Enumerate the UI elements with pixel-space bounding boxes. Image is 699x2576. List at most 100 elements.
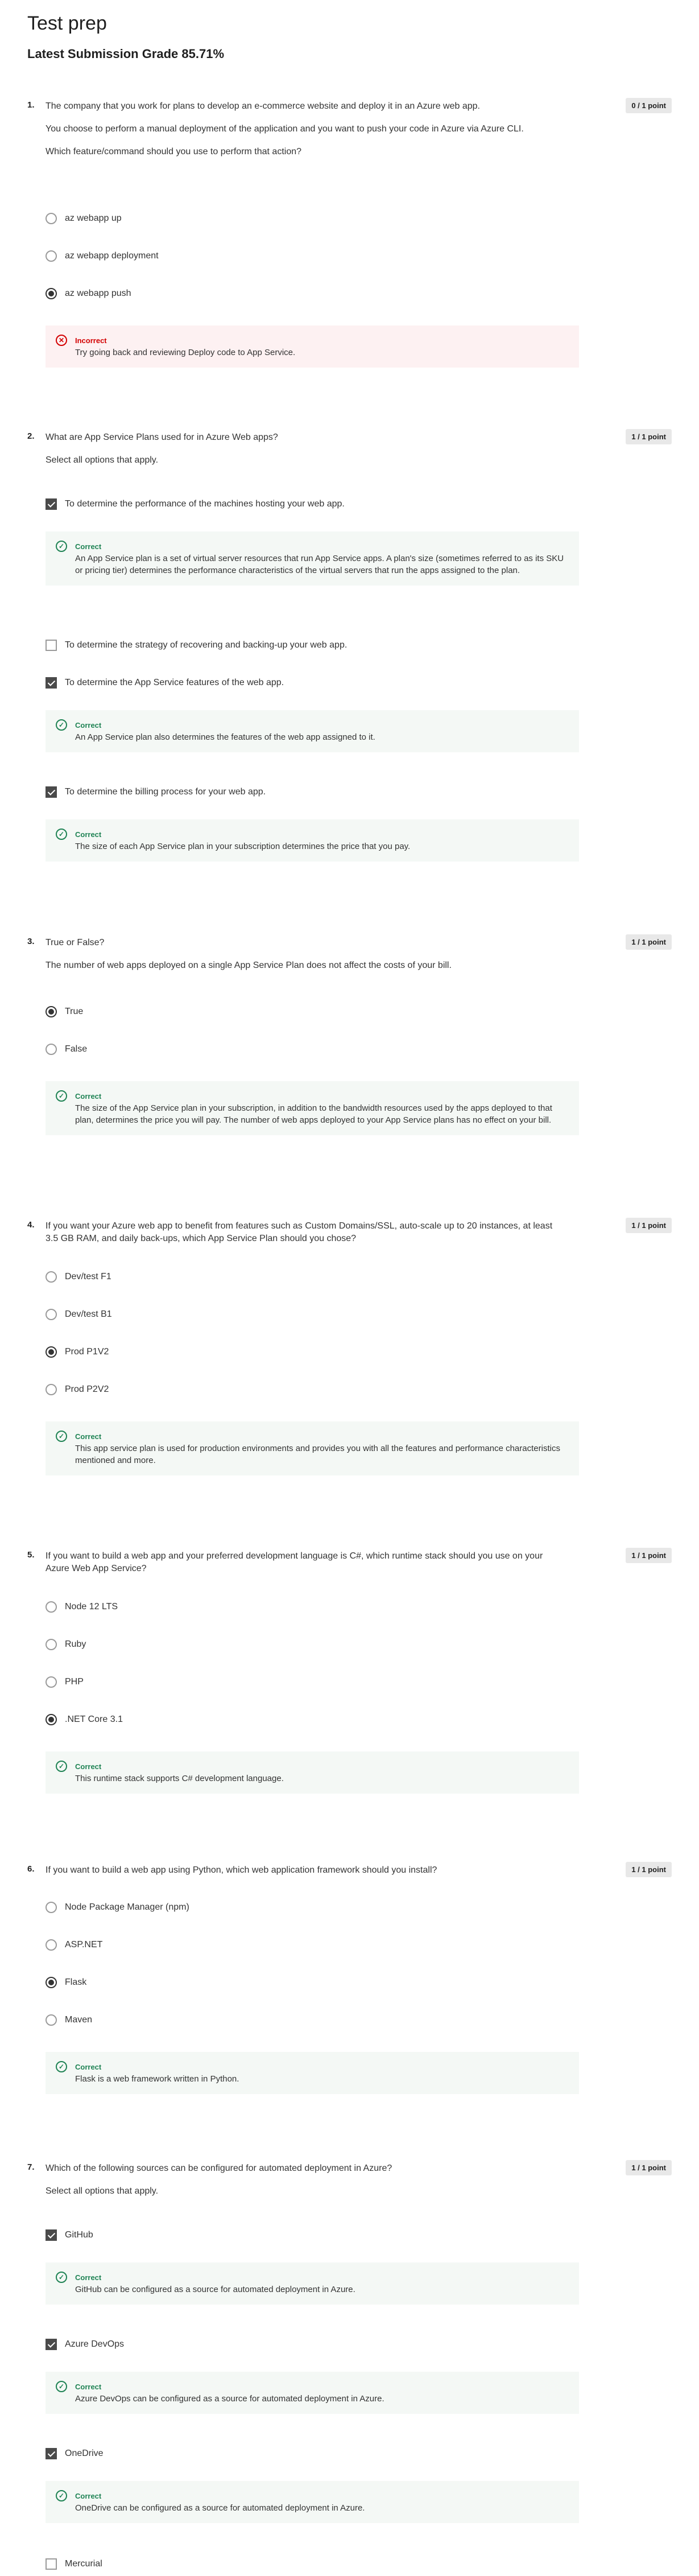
option-radio[interactable]: True [46,1006,83,1017]
question-paragraph: If you want to build a web app and your … [46,1551,543,1573]
option-radio[interactable]: Maven [46,2014,92,2026]
option-radio[interactable]: az webapp up [46,213,122,224]
checkbox-checked[interactable] [46,786,57,798]
question-text: If you want your Azure web app to benefi… [46,1220,557,1255]
option-checkbox[interactable]: Azure DevOps [46,2339,124,2350]
feedback-status: Correct [75,2383,102,2391]
option-checkbox[interactable]: OneDrive [46,2448,104,2459]
radio-button[interactable] [46,1309,57,1320]
question-paragraph: Which feature/command should you use to … [46,147,302,156]
option-radio[interactable]: az webapp push [46,288,131,299]
option-radio[interactable]: Dev/test B1 [46,1309,112,1320]
check-circle-icon: ✓ [56,1090,67,1102]
check-circle-icon: ✓ [56,719,67,731]
option-label: Prod P2V2 [65,1384,109,1394]
option-radio[interactable]: .NET Core 3.1 [46,1714,123,1725]
checkbox-checked[interactable] [46,2229,57,2241]
radio-button[interactable] [46,1676,57,1688]
radio-button-selected[interactable] [46,1346,57,1358]
question-paragraph: The number of web apps deployed on a sin… [46,961,452,970]
question-paragraph: Which of the following sources can be co… [46,2163,392,2173]
option-checkbox[interactable]: Mercurial [46,2558,102,2570]
score-badge: 1 / 1 point [626,1862,672,1877]
option-checkbox[interactable]: To determine the billing process for you… [46,786,266,798]
option-radio[interactable]: Ruby [46,1639,86,1650]
question-number: 6. [27,1864,35,1874]
feedback-status: Correct [75,542,102,551]
radio-button[interactable] [46,1639,57,1650]
radio-button-selected[interactable] [46,1977,57,1988]
option-checkbox[interactable]: To determine the App Service features of… [46,677,284,689]
quiz-page: Test prep Latest Submission Grade 85.71%… [0,0,699,2576]
option-label: Ruby [65,1639,86,1649]
score-badge: 1 / 1 point [626,429,672,444]
checkbox-checked[interactable] [46,677,57,689]
page-title: Test prep [27,13,107,34]
radio-button[interactable] [46,213,57,224]
feedback-status: Incorrect [75,336,107,345]
option-radio[interactable]: False [46,1044,87,1055]
feedback-text: The size of the App Service plan in your… [75,1103,552,1125]
feedback-text: This app service plan is used for produc… [75,1444,560,1465]
radio-button-selected[interactable] [46,288,57,299]
feedback-correct: ✓ Correct Azure DevOps can be configured… [46,2372,579,2414]
option-radio[interactable]: Node 12 LTS [46,1601,118,1613]
option-label: az webapp deployment [65,251,159,261]
feedback-status: Correct [75,721,102,729]
feedback-text: An App Service plan is a set of virtual … [75,554,564,575]
feedback-text: GitHub can be configured as a source for… [75,2285,355,2294]
option-radio[interactable]: Flask [46,1977,86,1988]
option-label: Flask [65,1977,87,1987]
radio-button[interactable] [46,1044,57,1055]
option-checkbox[interactable]: GitHub [46,2229,93,2241]
option-label: .NET Core 3.1 [65,1714,123,1724]
feedback-incorrect: ✕ Incorrect Try going back and reviewing… [46,325,579,368]
checkbox[interactable] [46,640,57,651]
option-radio[interactable]: Prod P2V2 [46,1384,109,1395]
radio-button[interactable] [46,1939,57,1951]
feedback-text: Flask is a web framework written in Pyth… [75,2074,239,2084]
check-circle-icon: ✓ [56,1431,67,1442]
feedback-status: Correct [75,1092,102,1101]
radio-button[interactable] [46,1601,57,1613]
checkbox-checked[interactable] [46,2448,57,2459]
option-label: To determine the strategy of recovering … [65,640,348,650]
checkbox-checked[interactable] [46,498,57,510]
option-checkbox[interactable]: To determine the performance of the mach… [46,498,345,510]
option-radio[interactable]: Dev/test F1 [46,1271,111,1283]
question-number: 3. [27,937,35,946]
option-radio[interactable]: ASP.NET [46,1939,102,1951]
radio-button-selected[interactable] [46,1006,57,1017]
radio-button[interactable] [46,1271,57,1283]
option-label: Azure DevOps [65,2339,125,2349]
check-circle-icon: ✓ [56,2381,67,2392]
option-radio[interactable]: Prod P1V2 [46,1346,109,1358]
check-circle-icon: ✓ [56,1761,67,1772]
feedback-correct: ✓ Correct An App Service plan is a set o… [46,531,579,586]
question-paragraph: If you want to build a web app using Pyt… [46,1865,437,1875]
radio-button[interactable] [46,2014,57,2026]
feedback-correct: ✓ Correct Flask is a web framework writt… [46,2052,579,2094]
check-circle-icon: ✓ [56,829,67,840]
feedback-text: This runtime stack supports C# developme… [75,1774,284,1783]
radio-button[interactable] [46,250,57,262]
option-label: OneDrive [65,2449,104,2458]
option-label: Mercurial [65,2559,102,2569]
checkbox[interactable] [46,2558,57,2570]
question-number: 4. [27,1220,35,1230]
option-radio[interactable]: az webapp deployment [46,250,159,262]
question-number: 7. [27,2162,35,2172]
option-radio[interactable]: PHP [46,1676,84,1688]
submission-grade: Latest Submission Grade 85.71% [27,47,225,61]
option-checkbox[interactable]: To determine the strategy of recovering … [46,640,347,651]
radio-button-selected[interactable] [46,1714,57,1725]
feedback-text: Azure DevOps can be configured as a sour… [75,2394,384,2404]
question-paragraph: True or False? [46,938,105,947]
question-text: The company that you work for plans to d… [46,100,557,168]
question-number: 2. [27,431,35,441]
checkbox-checked[interactable] [46,2339,57,2350]
option-radio[interactable]: Node Package Manager (npm) [46,1902,189,1913]
radio-button[interactable] [46,1384,57,1395]
radio-button[interactable] [46,1902,57,1913]
question-number: 5. [27,1550,35,1560]
